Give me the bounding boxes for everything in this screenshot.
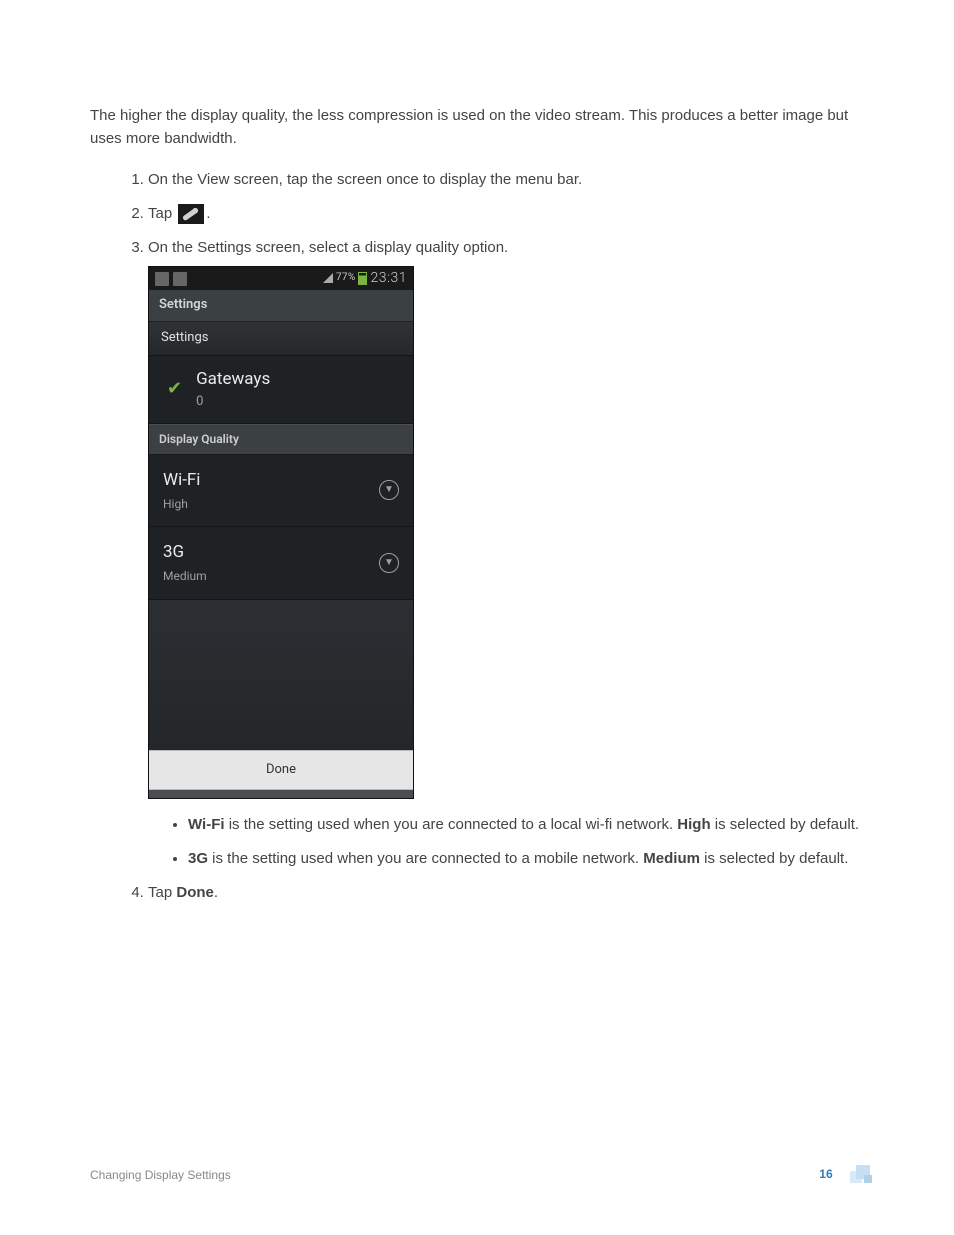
step-4-pre: Tap	[148, 884, 176, 901]
phone-screenshot: 77% 23:31 Settings Settings ✔ Gateways 0…	[148, 266, 414, 799]
phone-bottom-edge	[149, 790, 413, 798]
page-number: 16	[819, 1167, 832, 1181]
3g-quality-row[interactable]: 3G Medium ▼	[149, 527, 413, 599]
status-clock: 23:31	[370, 267, 407, 289]
step-2-pre: Tap	[148, 205, 176, 222]
dropdown-icon[interactable]: ▼	[379, 480, 399, 500]
done-button[interactable]: Done	[149, 750, 413, 791]
check-icon: ✔	[167, 375, 182, 404]
medium-bold: Medium	[643, 850, 700, 867]
settings-header-bar: Settings	[149, 290, 413, 322]
page-footer: Changing Display Settings 16	[90, 1165, 874, 1185]
step-list: On the View screen, tap the screen once …	[90, 168, 864, 905]
wifi-row-label: Wi-Fi	[163, 467, 200, 494]
dropdown-icon[interactable]: ▼	[379, 553, 399, 573]
step-2-post: .	[206, 205, 210, 222]
status-icon	[173, 272, 187, 286]
step-3-text: On the Settings screen, select a display…	[148, 239, 508, 256]
wifi-bullet: Wi-Fi is the setting used when you are c…	[188, 813, 864, 837]
wifi-quality-row[interactable]: Wi-Fi High ▼	[149, 455, 413, 527]
wifi-text-post: is selected by default.	[711, 816, 859, 833]
phone-empty-area	[149, 600, 413, 750]
gateways-count: 0	[196, 392, 270, 413]
high-bold: High	[677, 816, 710, 833]
done-bold: Done	[176, 884, 214, 901]
3g-bold: 3G	[188, 850, 208, 867]
gateways-label: Gateways	[196, 366, 270, 393]
status-icon	[155, 272, 169, 286]
quality-bullet-list: Wi-Fi is the setting used when you are c…	[148, 813, 864, 871]
wifi-text-mid: is the setting used when you are connect…	[225, 816, 678, 833]
step-3: On the Settings screen, select a display…	[148, 236, 864, 871]
wifi-row-value: High	[163, 495, 200, 514]
wrench-icon	[178, 204, 204, 224]
footer-section-title: Changing Display Settings	[90, 1168, 231, 1182]
battery-pct: 77%	[336, 270, 355, 286]
android-status-bar: 77% 23:31	[149, 267, 413, 290]
3g-text-post: is selected by default.	[700, 850, 848, 867]
gateways-row[interactable]: ✔ Gateways 0	[149, 356, 413, 424]
step-1: On the View screen, tap the screen once …	[148, 168, 864, 192]
battery-icon	[358, 272, 367, 285]
wifi-bold: Wi-Fi	[188, 816, 225, 833]
display-quality-header: Display Quality	[149, 424, 413, 455]
3g-bullet: 3G is the setting used when you are conn…	[188, 847, 864, 871]
step-2: Tap .	[148, 202, 864, 226]
3g-text-mid: is the setting used when you are connect…	[208, 850, 643, 867]
step-4-post: .	[214, 884, 218, 901]
step-4: Tap Done.	[148, 881, 864, 905]
3g-row-label: 3G	[163, 539, 207, 566]
footer-logo-icon	[846, 1165, 874, 1185]
settings-subheader: Settings	[149, 322, 413, 356]
signal-icon	[323, 273, 333, 283]
3g-row-value: Medium	[163, 567, 207, 586]
intro-paragraph: The higher the display quality, the less…	[90, 105, 864, 150]
